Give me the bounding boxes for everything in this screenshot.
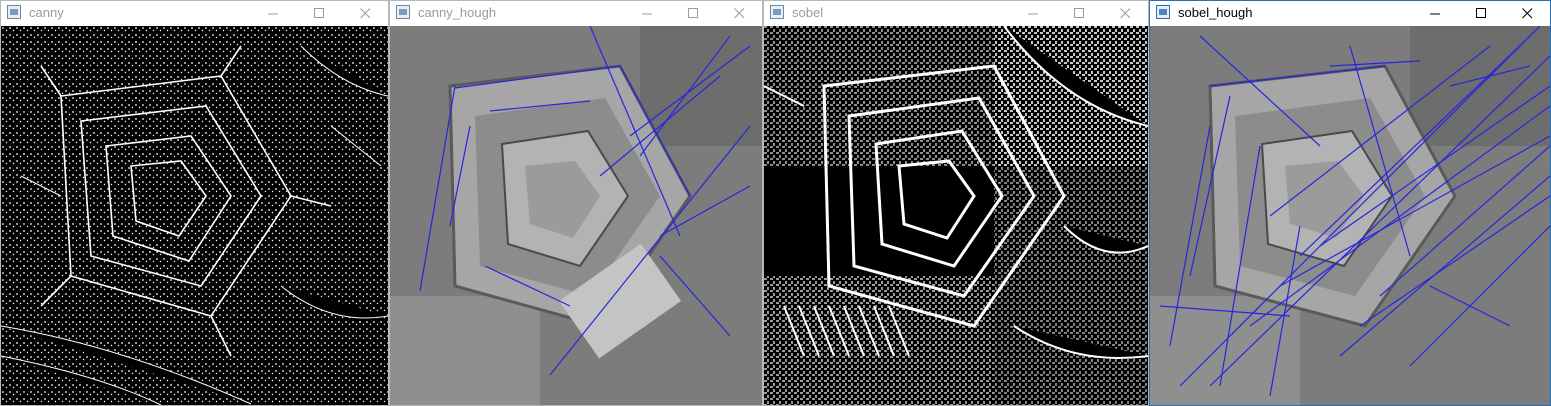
- titlebar[interactable]: sobel_hough: [1150, 1, 1550, 26]
- minimize-icon: [267, 13, 278, 15]
- maximize-button[interactable]: [1458, 1, 1504, 26]
- minimize-button[interactable]: [1412, 1, 1458, 26]
- minimize-icon: [1429, 13, 1440, 15]
- window-canny[interactable]: canny: [0, 0, 389, 406]
- close-button[interactable]: [716, 1, 762, 26]
- app-image-icon: [7, 5, 21, 19]
- minimize-icon: [1027, 13, 1038, 15]
- window-sobel[interactable]: sobel: [763, 0, 1149, 406]
- close-icon: [1119, 8, 1130, 19]
- window-title: sobel_hough: [1178, 5, 1253, 20]
- app-image-icon: [1156, 5, 1170, 19]
- canny-hough-image: [390, 26, 762, 405]
- maximize-icon: [1073, 8, 1084, 18]
- image-canvas: [1, 26, 388, 405]
- minimize-icon: [641, 13, 652, 15]
- close-button[interactable]: [1102, 1, 1148, 26]
- image-canvas: [1150, 26, 1550, 405]
- maximize-button[interactable]: [670, 1, 716, 26]
- app-image-icon: [770, 5, 784, 19]
- close-button[interactable]: [342, 1, 388, 26]
- maximize-icon: [687, 8, 698, 18]
- window-sobel-hough[interactable]: sobel_hough: [1149, 0, 1551, 406]
- close-button[interactable]: [1504, 1, 1550, 26]
- window-title: sobel: [792, 5, 824, 20]
- window-canny-hough[interactable]: canny_hough: [389, 0, 763, 406]
- titlebar[interactable]: sobel: [764, 1, 1148, 26]
- maximize-button[interactable]: [1056, 1, 1102, 26]
- window-title: canny: [29, 5, 64, 20]
- image-canvas: [764, 26, 1148, 405]
- minimize-button[interactable]: [250, 1, 296, 26]
- canny-edge-image: [1, 26, 388, 405]
- close-icon: [1521, 8, 1532, 19]
- sobel-edge-image: [764, 26, 1148, 405]
- maximize-icon: [1475, 8, 1486, 18]
- close-icon: [733, 8, 744, 19]
- sobel-hough-image: [1150, 26, 1550, 405]
- close-icon: [359, 8, 370, 19]
- image-canvas: [390, 26, 762, 405]
- titlebar[interactable]: canny_hough: [390, 1, 762, 26]
- minimize-button[interactable]: [624, 1, 670, 26]
- maximize-button[interactable]: [296, 1, 342, 26]
- window-title: canny_hough: [418, 5, 497, 20]
- titlebar[interactable]: canny: [1, 1, 388, 26]
- app-image-icon: [396, 5, 410, 19]
- maximize-icon: [313, 8, 324, 18]
- minimize-button[interactable]: [1010, 1, 1056, 26]
